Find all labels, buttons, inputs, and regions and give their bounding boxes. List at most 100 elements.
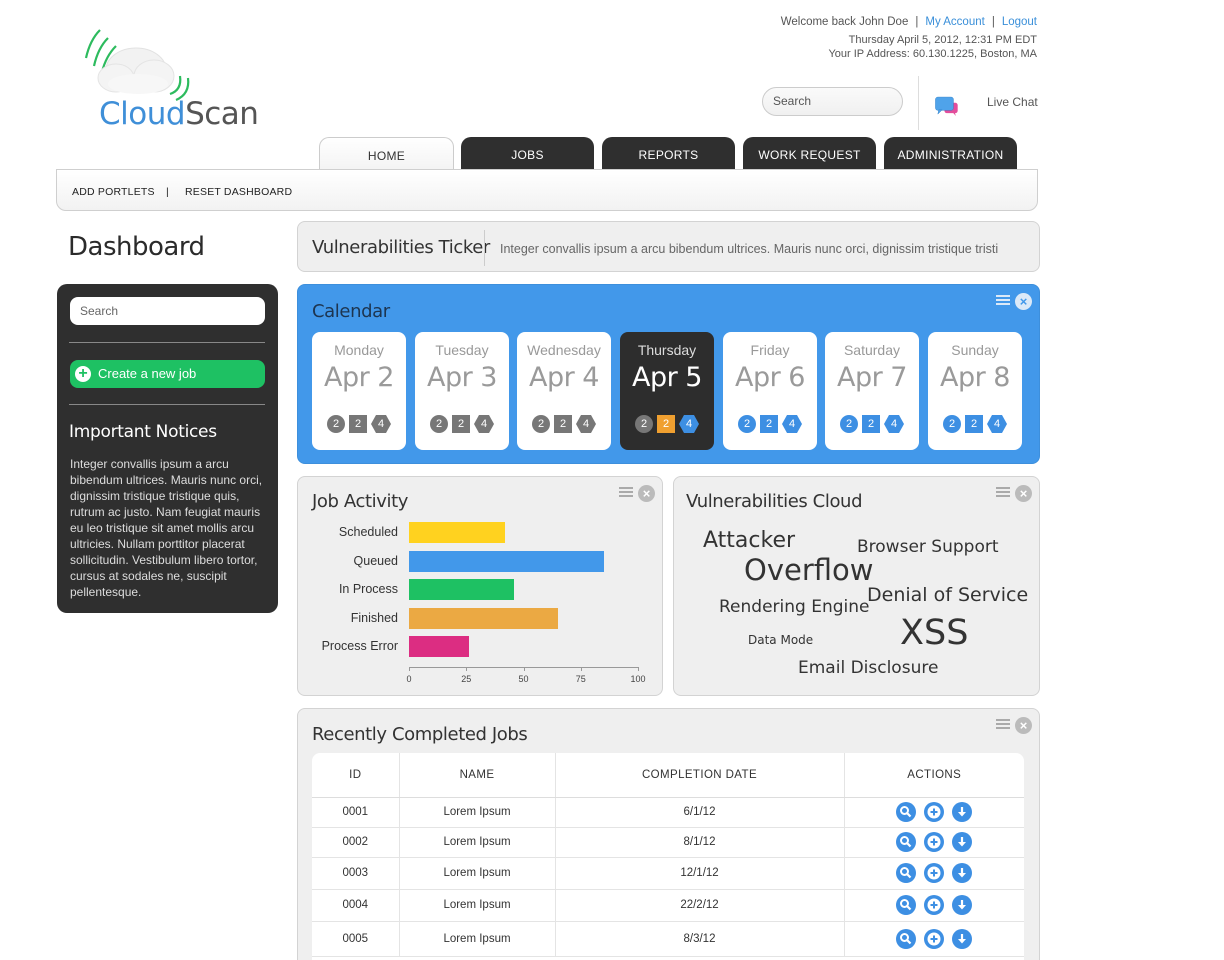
count-badge[interactable]: 2 [635,415,653,433]
count-badge[interactable]: 4 [371,415,391,433]
close-icon[interactable]: × [1015,293,1032,310]
count-badge[interactable]: 4 [679,415,699,433]
calendar-day[interactable]: Tuesday Apr 3224 [415,332,509,450]
cloud-word[interactable]: Denial of Service [867,584,1028,606]
create-job-label: Create a new job [98,366,197,381]
panel-controls: × [619,485,659,503]
count-badge[interactable]: 4 [576,415,596,433]
count-badge[interactable]: 2 [738,415,756,433]
count-badge[interactable]: 2 [532,415,550,433]
actions-cell [843,827,1024,858]
count-badge[interactable]: 4 [884,415,904,433]
count-badge[interactable]: 2 [657,415,675,433]
job-date-cell: 12/1/12 [554,857,844,890]
bar[interactable] [409,551,604,572]
calendar-day[interactable]: Wednesday Apr 4224 [517,332,611,450]
table-row[interactable]: 0005 Lorem Ipsum 8/3/12 [312,921,1024,957]
column-header-id[interactable]: ID [312,753,399,798]
actions-cell [843,797,1024,828]
live-chat-icon[interactable] [935,85,987,129]
table-row[interactable]: 0001 Lorem Ipsum 6/1/12 [312,797,1024,828]
divider [918,76,919,130]
job-date-cell: 6/1/12 [554,797,844,828]
calendar-day[interactable]: Thursday Apr 5224 [620,332,714,450]
calendar-day[interactable]: Saturday Apr 7224 [825,332,919,450]
count-badge[interactable]: 2 [943,415,961,433]
add-icon[interactable] [924,863,945,883]
calendar-day[interactable]: Friday Apr 6224 [723,332,817,450]
bar[interactable] [409,579,515,600]
calendar-day[interactable]: Sunday Apr 8224 [928,332,1022,450]
tab-reports[interactable]: REPORTS [602,137,735,170]
calendar-day[interactable]: Monday Apr 2224 [312,332,406,450]
add-icon[interactable] [924,832,945,852]
count-badge[interactable]: 2 [965,415,983,433]
view-icon[interactable] [896,928,917,949]
add-icon[interactable] [924,802,945,822]
tab-home[interactable]: HOME [319,137,454,171]
count-badge[interactable]: 4 [474,415,494,433]
sidebar-search-input[interactable]: Search [70,297,265,325]
job-date-cell: 8/3/12 [554,921,844,957]
menu-icon[interactable] [996,295,1010,308]
add-icon[interactable] [924,895,945,915]
menu-icon[interactable] [996,719,1010,732]
table-row[interactable]: 0002 Lorem Ipsum 8/1/12 [312,827,1024,858]
x-tick [466,667,468,671]
close-icon[interactable]: × [638,485,655,502]
count-badge[interactable]: 2 [327,415,345,433]
my-account-link[interactable]: My Account [925,16,984,28]
view-icon[interactable] [896,832,917,852]
view-icon[interactable] [896,802,917,822]
count-badge[interactable]: 4 [782,415,802,433]
logout-link[interactable]: Logout [1002,16,1037,28]
tab-work-request[interactable]: WORK REQUEST [743,137,876,170]
live-chat-label[interactable]: Live Chat [987,95,1038,109]
vulnerabilities-cloud-panel: Vulnerabilities Cloud × Attacker Browser… [673,476,1040,696]
count-badge[interactable]: 2 [452,415,470,433]
count-badge[interactable]: 2 [862,415,880,433]
column-header-completion-date[interactable]: COMPLETION DATE [554,753,844,798]
add-icon[interactable] [924,928,945,949]
cloud-word[interactable]: Attacker [703,528,795,553]
close-icon[interactable]: × [1015,485,1032,502]
header-search-input[interactable]: Search [762,87,903,116]
cloud-word[interactable]: Data Mode [748,633,813,647]
count-badge[interactable]: 2 [554,415,572,433]
close-icon[interactable]: × [1015,717,1032,734]
download-icon[interactable] [952,802,973,822]
create-job-button[interactable]: + Create a new job [70,360,265,388]
logo-wordmark: CloudScan [99,96,259,132]
count-badge[interactable]: 2 [760,415,778,433]
bar[interactable] [409,636,469,657]
cloud-word[interactable]: Rendering Engine [719,597,869,617]
download-icon[interactable] [952,895,973,915]
menu-icon[interactable] [996,487,1010,500]
cloud-word[interactable]: XSS [900,613,968,653]
bar[interactable] [409,522,506,543]
ticker-text: Integer convallis ipsum a arcu bibendum … [500,242,999,256]
tab-administration[interactable]: ADMINISTRATION [884,137,1017,170]
view-icon[interactable] [896,895,917,915]
count-badge[interactable]: 4 [987,415,1007,433]
reset-dashboard-link[interactable]: RESET DASHBOARD [185,186,292,198]
column-header-name[interactable]: NAME [398,753,555,798]
cloud-word[interactable]: Browser Support [857,537,999,557]
cloud-word[interactable]: Overflow [744,553,873,587]
add-portlets-link[interactable]: ADD PORTLETS [72,186,155,198]
count-badge[interactable]: 2 [430,415,448,433]
tab-jobs[interactable]: JOBS [461,137,594,170]
job-id-cell: 0002 [312,827,399,858]
table-row[interactable]: 0003 Lorem Ipsum 12/1/12 [312,857,1024,890]
count-badge[interactable]: 2 [349,415,367,433]
menu-icon[interactable] [619,487,633,500]
download-icon[interactable] [952,928,973,949]
table-row[interactable]: 0004 Lorem Ipsum 22/2/12 [312,889,1024,922]
download-icon[interactable] [952,863,973,883]
download-icon[interactable] [952,832,973,852]
count-badge[interactable]: 2 [840,415,858,433]
bar[interactable] [409,608,558,629]
vulnerabilities-ticker-panel: Vulnerabilities Ticker Integer convallis… [297,221,1040,272]
view-icon[interactable] [896,863,917,883]
cloud-word[interactable]: Email Disclosure [798,658,938,678]
